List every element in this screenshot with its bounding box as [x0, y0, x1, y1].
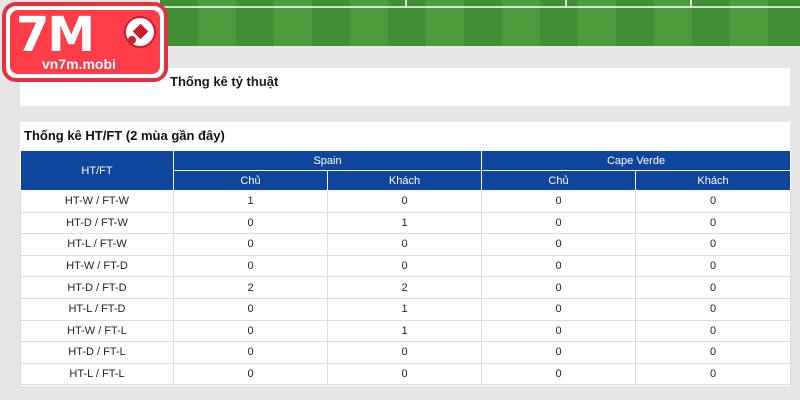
- logo-text: vn7m.mobi: [42, 56, 116, 72]
- team-header-spain: Spain: [172, 150, 483, 171]
- table-cell: 0: [173, 211, 328, 235]
- table-cell: 0: [635, 362, 792, 386]
- table-cell: 0: [173, 362, 328, 386]
- subheader-home: Chủ: [481, 170, 637, 191]
- table-cell: 0: [635, 319, 792, 343]
- ht-ft-table: HT/FT Spain Cape Verde Chủ Khách Chủ Khá…: [20, 150, 792, 386]
- pitch-banner: [160, 0, 800, 46]
- table-cell: 0: [326, 233, 483, 256]
- table-cell: 2: [173, 276, 328, 299]
- table-row: HT-W / FT-D 0 0 0 0: [20, 254, 792, 278]
- table-row: HT-L / FT-W 0 0 0 0: [20, 233, 792, 256]
- table-cell: 0: [481, 211, 637, 235]
- site-logo[interactable]: 7M vn7m.mobi: [2, 2, 168, 82]
- top-panel-title: Thống kê tỷ thuật: [170, 74, 279, 89]
- table-cell: 0: [481, 362, 637, 386]
- table-cell: 0: [635, 254, 792, 278]
- table-row: HT-D / FT-D 2 2 0 0: [20, 276, 792, 299]
- pitch-line: [565, 0, 567, 8]
- table-cell: 0: [635, 341, 792, 364]
- table-cell: 0: [173, 233, 328, 256]
- table-cell: 0: [173, 341, 328, 364]
- row-label: HT-D / FT-W: [20, 211, 174, 235]
- table-cell: 1: [173, 190, 328, 213]
- table-row: HT-L / FT-D 0 1 0 0: [20, 297, 792, 321]
- soccer-ball-icon: [124, 16, 156, 48]
- table-cell: 0: [635, 211, 792, 235]
- table-row: HT-D / FT-L 0 0 0 0: [20, 341, 792, 364]
- table-cell: 0: [173, 254, 328, 278]
- pitch-line: [160, 6, 800, 8]
- table-cell: 0: [326, 341, 483, 364]
- subheader-home: Chủ: [173, 170, 328, 191]
- table-cell: 1: [326, 211, 483, 235]
- row-header: HT/FT: [20, 150, 174, 191]
- row-label: HT-W / FT-L: [20, 319, 174, 343]
- team-header-cape-verde: Cape Verde: [481, 150, 792, 171]
- table-cell: 0: [481, 190, 637, 213]
- table-cell: 0: [173, 319, 328, 343]
- table-cell: 1: [326, 297, 483, 321]
- table-cell: 0: [173, 297, 328, 321]
- table-cell: 2: [326, 276, 483, 299]
- table-cell: 0: [635, 233, 792, 256]
- table-cell: 0: [635, 190, 792, 213]
- row-label: HT-W / FT-D: [20, 254, 174, 278]
- row-label: HT-W / FT-W: [20, 190, 174, 213]
- stats-title: Thống kê HT/FT (2 mùa gần đây): [24, 128, 225, 143]
- table-cell: 0: [481, 297, 637, 321]
- row-label: HT-L / FT-W: [20, 233, 174, 256]
- table-row: HT-L / FT-L 0 0 0 0: [20, 362, 792, 386]
- stats-body: HT-W / FT-W 1 0 0 0 HT-D / FT-W 0 1 0 0 HT-L / FT-…: [20, 190, 792, 386]
- table-cell: 0: [481, 233, 637, 256]
- table-cell: 0: [481, 254, 637, 278]
- subheader-away: Khách: [326, 170, 483, 191]
- row-label: HT-D / FT-L: [20, 341, 174, 364]
- table-row: HT-W / FT-L 0 1 0 0: [20, 319, 792, 343]
- pitch-line: [690, 0, 692, 8]
- row-label: HT-L / FT-D: [20, 297, 174, 321]
- ht-ft-stats-panel: Thống kê HT/FT (2 mùa gần đây) HT/FT Spa…: [20, 122, 792, 386]
- table-cell: 0: [326, 254, 483, 278]
- row-label: HT-L / FT-L: [20, 362, 174, 386]
- logo-mark: 7M: [16, 7, 95, 63]
- table-row: HT-W / FT-W 1 0 0 0: [20, 190, 792, 213]
- row-label: HT-D / FT-D: [20, 276, 174, 299]
- subheader-away: Khách: [635, 170, 792, 191]
- table-cell: 0: [326, 362, 483, 386]
- table-cell: 1: [326, 319, 483, 343]
- table-cell: 0: [635, 276, 792, 299]
- table-cell: 0: [481, 319, 637, 343]
- pitch-line: [405, 0, 407, 8]
- table-cell: 0: [481, 341, 637, 364]
- table-cell: 0: [326, 190, 483, 213]
- table-cell: 0: [635, 297, 792, 321]
- table-row: HT-D / FT-W 0 1 0 0: [20, 211, 792, 235]
- table-cell: 0: [481, 276, 637, 299]
